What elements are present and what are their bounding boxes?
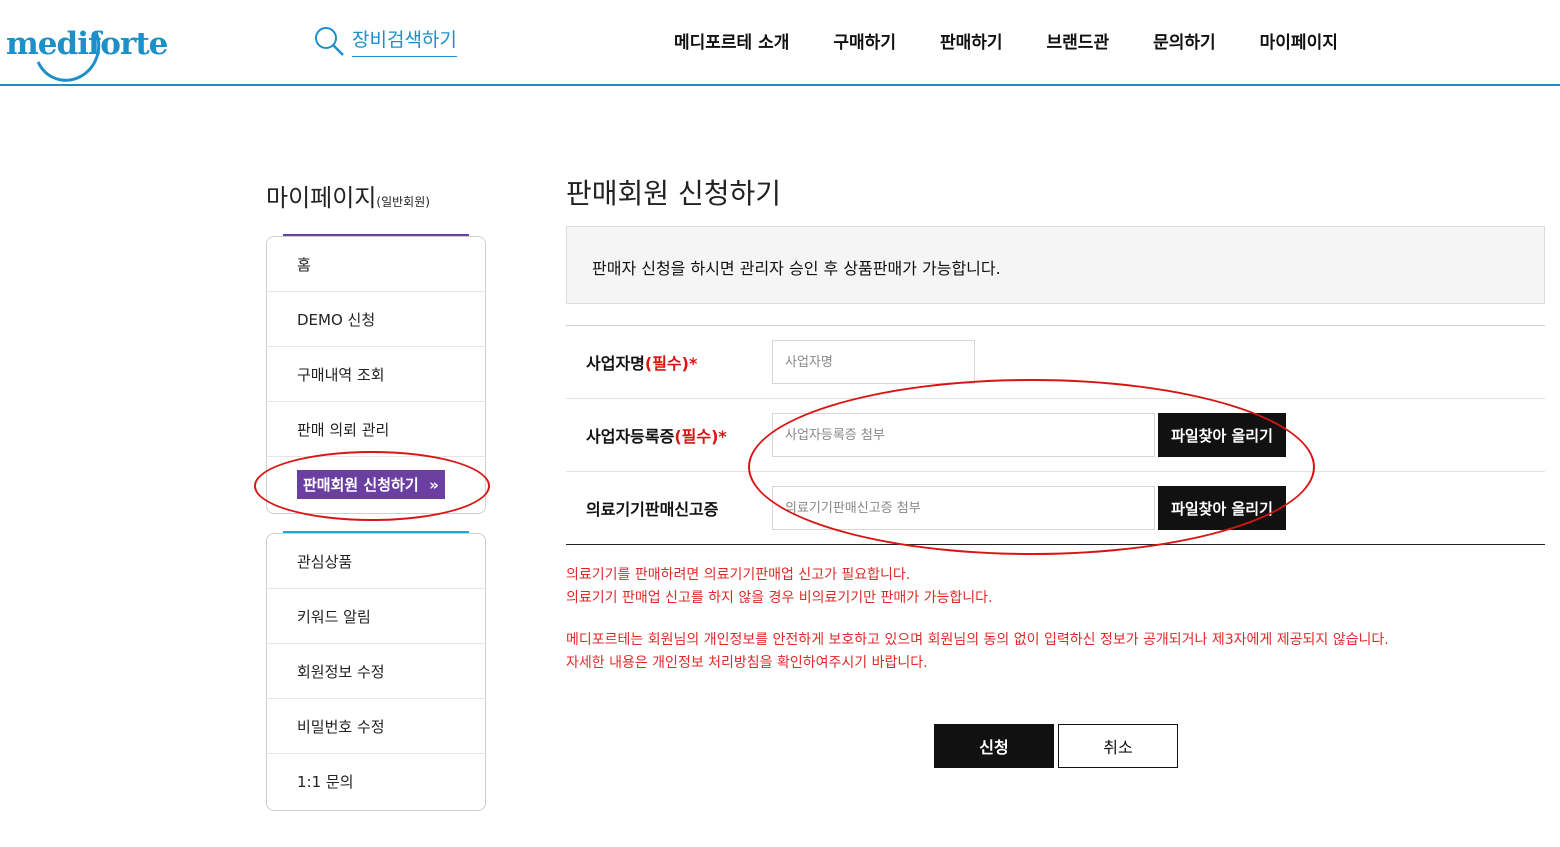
sidebar-menu-primary: 홈 DEMO 신청 구매내역 조회 판매 의뢰 관리 판매회원 신청하기 » xyxy=(266,236,486,514)
form-row-business-name: 사업자명(필수)* xyxy=(566,326,1545,399)
sidebar-item-change-password[interactable]: 비밀번호 수정 xyxy=(267,699,485,754)
privacy-text-1: 메디포르테는 회원님의 개인정보를 안전하게 보호하고 있으며 회원님의 동의 … xyxy=(566,632,1389,648)
notice-text: 판매자 신청을 하시면 관리자 승인 후 상품판매가 가능합니다. xyxy=(592,259,1001,278)
sidebar-item-demo[interactable]: DEMO 신청 xyxy=(267,292,485,347)
nav-buy[interactable]: 구매하기 xyxy=(833,28,896,53)
privacy-text-2: 자세한 내용은 개인정보 처리방침을 확인하여주시기 바랍니다. xyxy=(566,655,928,671)
page-title: 판매회원 신청하기 xyxy=(566,177,781,210)
sidebar-title: 마이페이지(일반회원) xyxy=(266,184,430,212)
site-logo[interactable]: mediforte xyxy=(2,2,168,92)
business-name-input[interactable] xyxy=(772,340,975,384)
medical-device-cert-upload-button[interactable]: 파일찾아 올리기 xyxy=(1158,486,1286,530)
submit-button[interactable]: 신청 xyxy=(934,724,1054,768)
sidebar-item-seller-apply[interactable]: 판매회원 신청하기 » xyxy=(267,457,485,512)
sidebar-active-highlight: 판매회원 신청하기 » xyxy=(297,470,445,499)
business-license-input[interactable] xyxy=(772,413,1155,457)
equipment-search-link[interactable]: 장비검색하기 xyxy=(312,24,457,58)
sidebar-menu-secondary: 관심상품 키워드 알림 회원정보 수정 비밀번호 수정 1:1 문의 xyxy=(266,533,486,811)
nav-sell[interactable]: 판매하기 xyxy=(940,28,1003,53)
main-nav: 메디포르테 소개 구매하기 판매하기 브랜드관 문의하기 마이페이지 xyxy=(674,28,1338,53)
nav-brand[interactable]: 브랜드관 xyxy=(1047,28,1110,53)
sidebar-item-one-to-one[interactable]: 1:1 문의 xyxy=(267,754,485,809)
medical-device-cert-input[interactable] xyxy=(772,486,1155,530)
nav-mypage[interactable]: 마이페이지 xyxy=(1260,28,1338,53)
logo-text: mediforte xyxy=(6,26,168,62)
notice-box: 판매자 신청을 하시면 관리자 승인 후 상품판매가 가능합니다. xyxy=(566,226,1545,304)
sidebar-item-purchase-history[interactable]: 구매내역 조회 xyxy=(267,347,485,402)
nav-inquiry[interactable]: 문의하기 xyxy=(1153,28,1216,53)
seller-apply-form: 사업자명(필수)* 사업자등록증(필수)* 파일찾아 올리기 의료기기판매신고증… xyxy=(566,325,1545,545)
site-header: mediforte 장비검색하기 메디포르테 소개 구매하기 판매하기 브랜드관… xyxy=(0,0,1560,92)
warning-text-1: 의료기기를 판매하려면 의료기기판매업 신고가 필요합니다. xyxy=(566,567,911,583)
business-license-upload-button[interactable]: 파일찾아 올리기 xyxy=(1158,413,1286,457)
sidebar-item-edit-profile[interactable]: 회원정보 수정 xyxy=(267,644,485,699)
warning-text-2: 의료기기 판매업 신고를 하지 않을 경우 비의료기기만 판매가 가능합니다. xyxy=(566,590,993,606)
equipment-search-label: 장비검색하기 xyxy=(352,25,457,57)
sidebar-item-sales-requests[interactable]: 판매 의뢰 관리 xyxy=(267,402,485,457)
search-icon xyxy=(312,24,346,58)
form-row-medical-device-cert: 의료기기판매신고증 파일찾아 올리기 xyxy=(566,472,1545,545)
form-row-business-license: 사업자등록증(필수)* 파일찾아 올리기 xyxy=(566,399,1545,472)
sidebar-subtitle: (일반회원) xyxy=(376,195,430,209)
double-chevron-icon: » xyxy=(429,476,439,494)
business-license-label: 사업자등록증(필수)* xyxy=(586,427,727,446)
medical-device-cert-label: 의료기기판매신고증 xyxy=(586,500,719,519)
sidebar-item-wishlist[interactable]: 관심상품 xyxy=(267,534,485,589)
nav-about[interactable]: 메디포르테 소개 xyxy=(674,28,789,53)
business-name-label: 사업자명(필수)* xyxy=(586,354,698,373)
sidebar-item-home[interactable]: 홈 xyxy=(267,237,485,292)
cancel-button[interactable]: 취소 xyxy=(1058,724,1178,768)
sidebar-item-keyword-alert[interactable]: 키워드 알림 xyxy=(267,589,485,644)
